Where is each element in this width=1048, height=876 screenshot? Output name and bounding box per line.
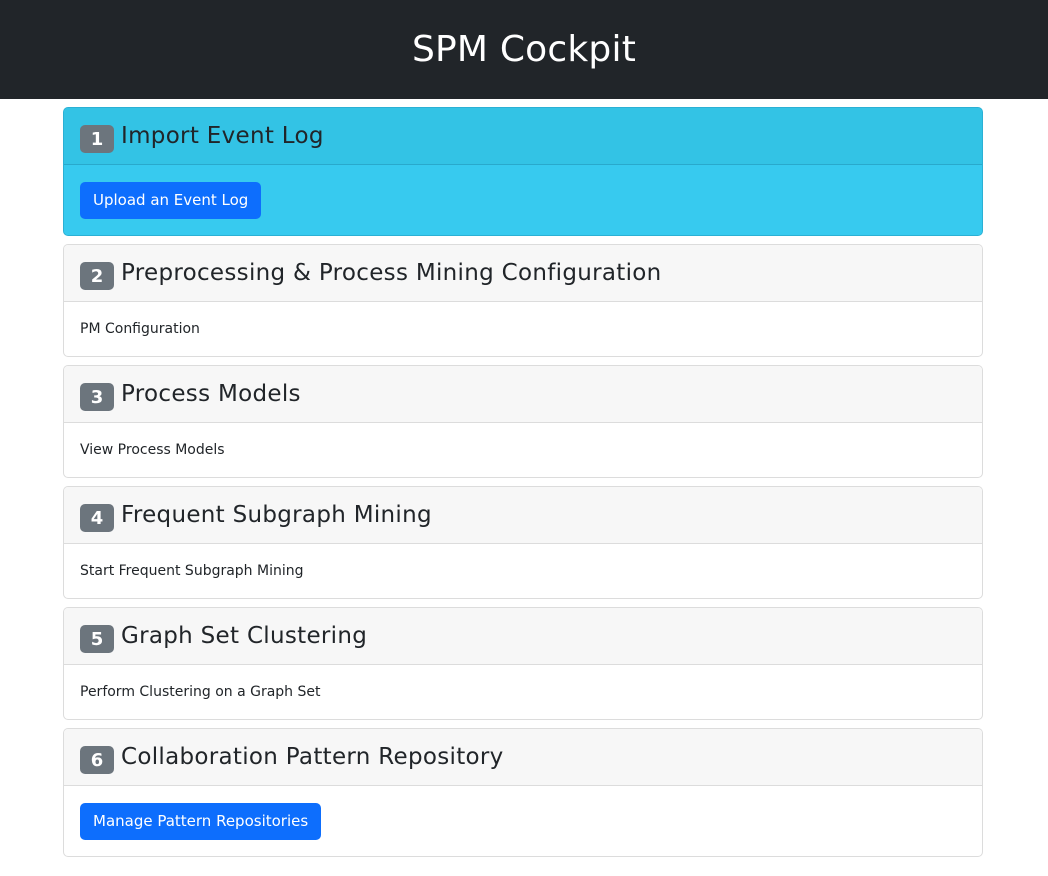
step-number-badge: 1 <box>80 125 114 153</box>
step-card-import-event-log: 1 Import Event Log Upload an Event Log <box>63 107 983 236</box>
step-title: Preprocessing & Process Mining Configura… <box>121 260 662 286</box>
step-body: Start Frequent Subgraph Mining <box>64 544 982 598</box>
step-number-badge: 6 <box>80 746 114 774</box>
app-title: SPM Cockpit <box>411 29 637 70</box>
step-card-collaboration-pattern-repository: 6 Collaboration Pattern Repository Manag… <box>63 728 983 857</box>
step-title: Frequent Subgraph Mining <box>121 502 432 528</box>
step-title: Graph Set Clustering <box>121 623 368 649</box>
step-card-frequent-subgraph-mining: 4 Frequent Subgraph Mining Start Frequen… <box>63 486 983 599</box>
step-body: PM Configuration <box>64 302 982 356</box>
step-card-preprocessing: 2 Preprocessing & Process Mining Configu… <box>63 244 983 357</box>
upload-event-log-button[interactable]: Upload an Event Log <box>80 181 262 219</box>
step-body: Manage Pattern Repositories <box>64 786 982 856</box>
pm-configuration-link[interactable]: PM Configuration <box>80 321 200 337</box>
step-card-graph-set-clustering: 5 Graph Set Clustering Perform Clusterin… <box>63 607 983 720</box>
step-title: Process Models <box>121 381 301 407</box>
step-header: 4 Frequent Subgraph Mining <box>64 487 982 544</box>
step-number-badge: 2 <box>80 262 114 290</box>
top-navbar: SPM Cockpit <box>0 0 1048 99</box>
manage-pattern-repositories-button[interactable]: Manage Pattern Repositories <box>80 802 322 840</box>
view-process-models-link[interactable]: View Process Models <box>80 442 225 458</box>
step-number-badge: 4 <box>80 504 114 532</box>
step-number-badge: 5 <box>80 625 114 653</box>
step-header: 1 Import Event Log <box>64 108 982 165</box>
step-title: Collaboration Pattern Repository <box>121 744 504 770</box>
start-subgraph-mining-link[interactable]: Start Frequent Subgraph Mining <box>80 563 304 579</box>
steps-container: 1 Import Event Log Upload an Event Log 2… <box>63 107 983 865</box>
step-body: Upload an Event Log <box>64 165 982 235</box>
step-card-process-models: 3 Process Models View Process Models <box>63 365 983 478</box>
step-number-badge: 3 <box>80 383 114 411</box>
step-header: 5 Graph Set Clustering <box>64 608 982 665</box>
step-header: 3 Process Models <box>64 366 982 423</box>
step-title: Import Event Log <box>121 123 324 149</box>
step-header: 2 Preprocessing & Process Mining Configu… <box>64 245 982 302</box>
perform-clustering-link[interactable]: Perform Clustering on a Graph Set <box>80 684 321 700</box>
step-body: View Process Models <box>64 423 982 477</box>
step-body: Perform Clustering on a Graph Set <box>64 665 982 719</box>
step-header: 6 Collaboration Pattern Repository <box>64 729 982 786</box>
